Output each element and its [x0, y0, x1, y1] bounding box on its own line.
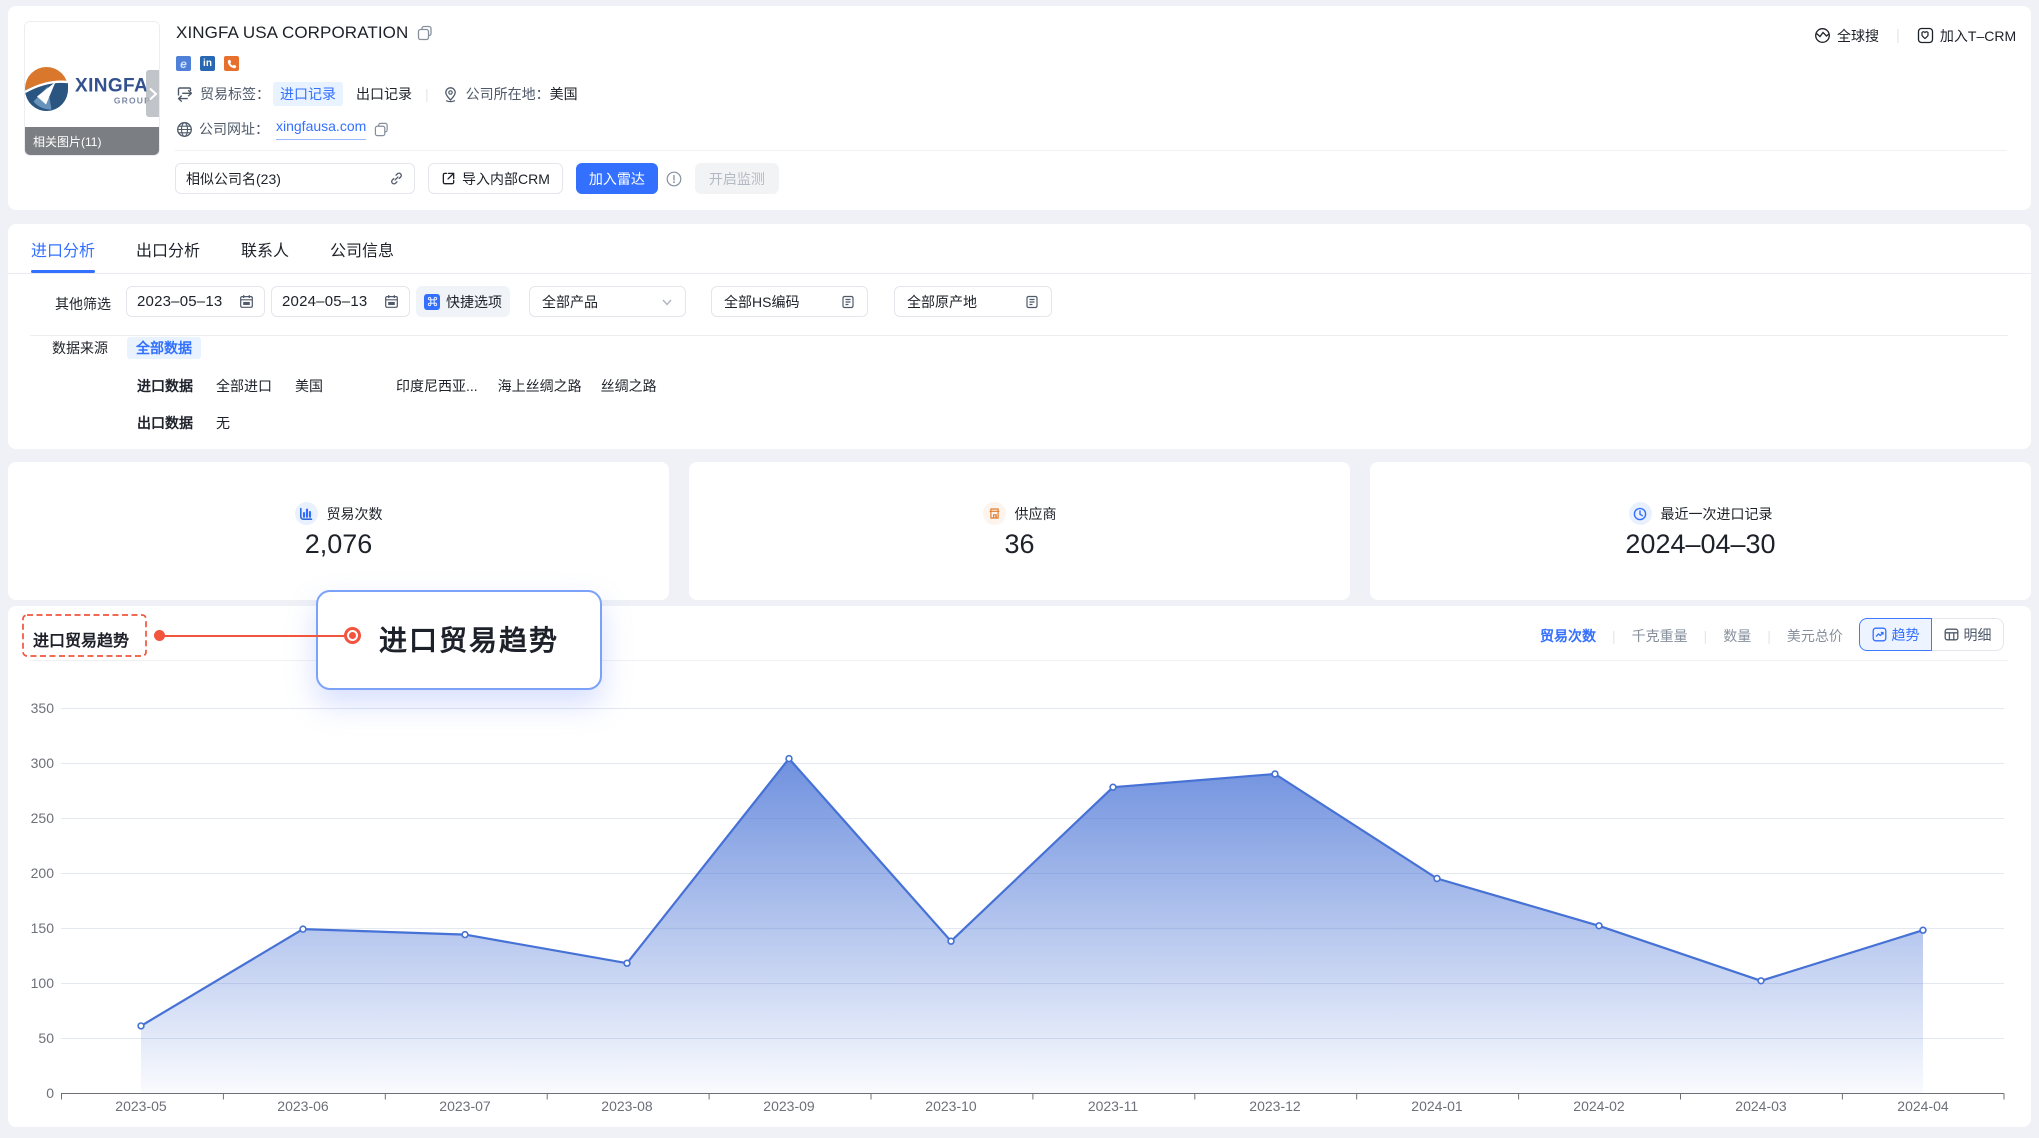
svg-text:2024-01: 2024-01 — [1411, 1098, 1463, 1114]
svg-text:2023-07: 2023-07 — [439, 1098, 491, 1114]
svg-text:100: 100 — [31, 975, 55, 991]
svg-text:0: 0 — [46, 1085, 54, 1101]
svg-text:2024-04: 2024-04 — [1897, 1098, 1949, 1114]
svg-text:350: 350 — [31, 700, 55, 716]
svg-text:50: 50 — [38, 1030, 54, 1046]
svg-text:2024-02: 2024-02 — [1573, 1098, 1625, 1114]
svg-text:2023-09: 2023-09 — [763, 1098, 815, 1114]
svg-text:2023-08: 2023-08 — [601, 1098, 653, 1114]
svg-text:2023-12: 2023-12 — [1249, 1098, 1301, 1114]
svg-text:300: 300 — [31, 755, 55, 771]
svg-text:200: 200 — [31, 865, 55, 881]
svg-text:2023-05: 2023-05 — [115, 1098, 167, 1114]
svg-text:2024-03: 2024-03 — [1735, 1098, 1787, 1114]
svg-text:XINGFA: XINGFA — [75, 76, 148, 97]
svg-text:2023-11: 2023-11 — [1088, 1098, 1139, 1114]
svg-text:150: 150 — [31, 920, 55, 936]
svg-text:2023-10: 2023-10 — [925, 1098, 977, 1114]
svg-text:2023-06: 2023-06 — [277, 1098, 329, 1114]
svg-text:250: 250 — [31, 810, 55, 826]
